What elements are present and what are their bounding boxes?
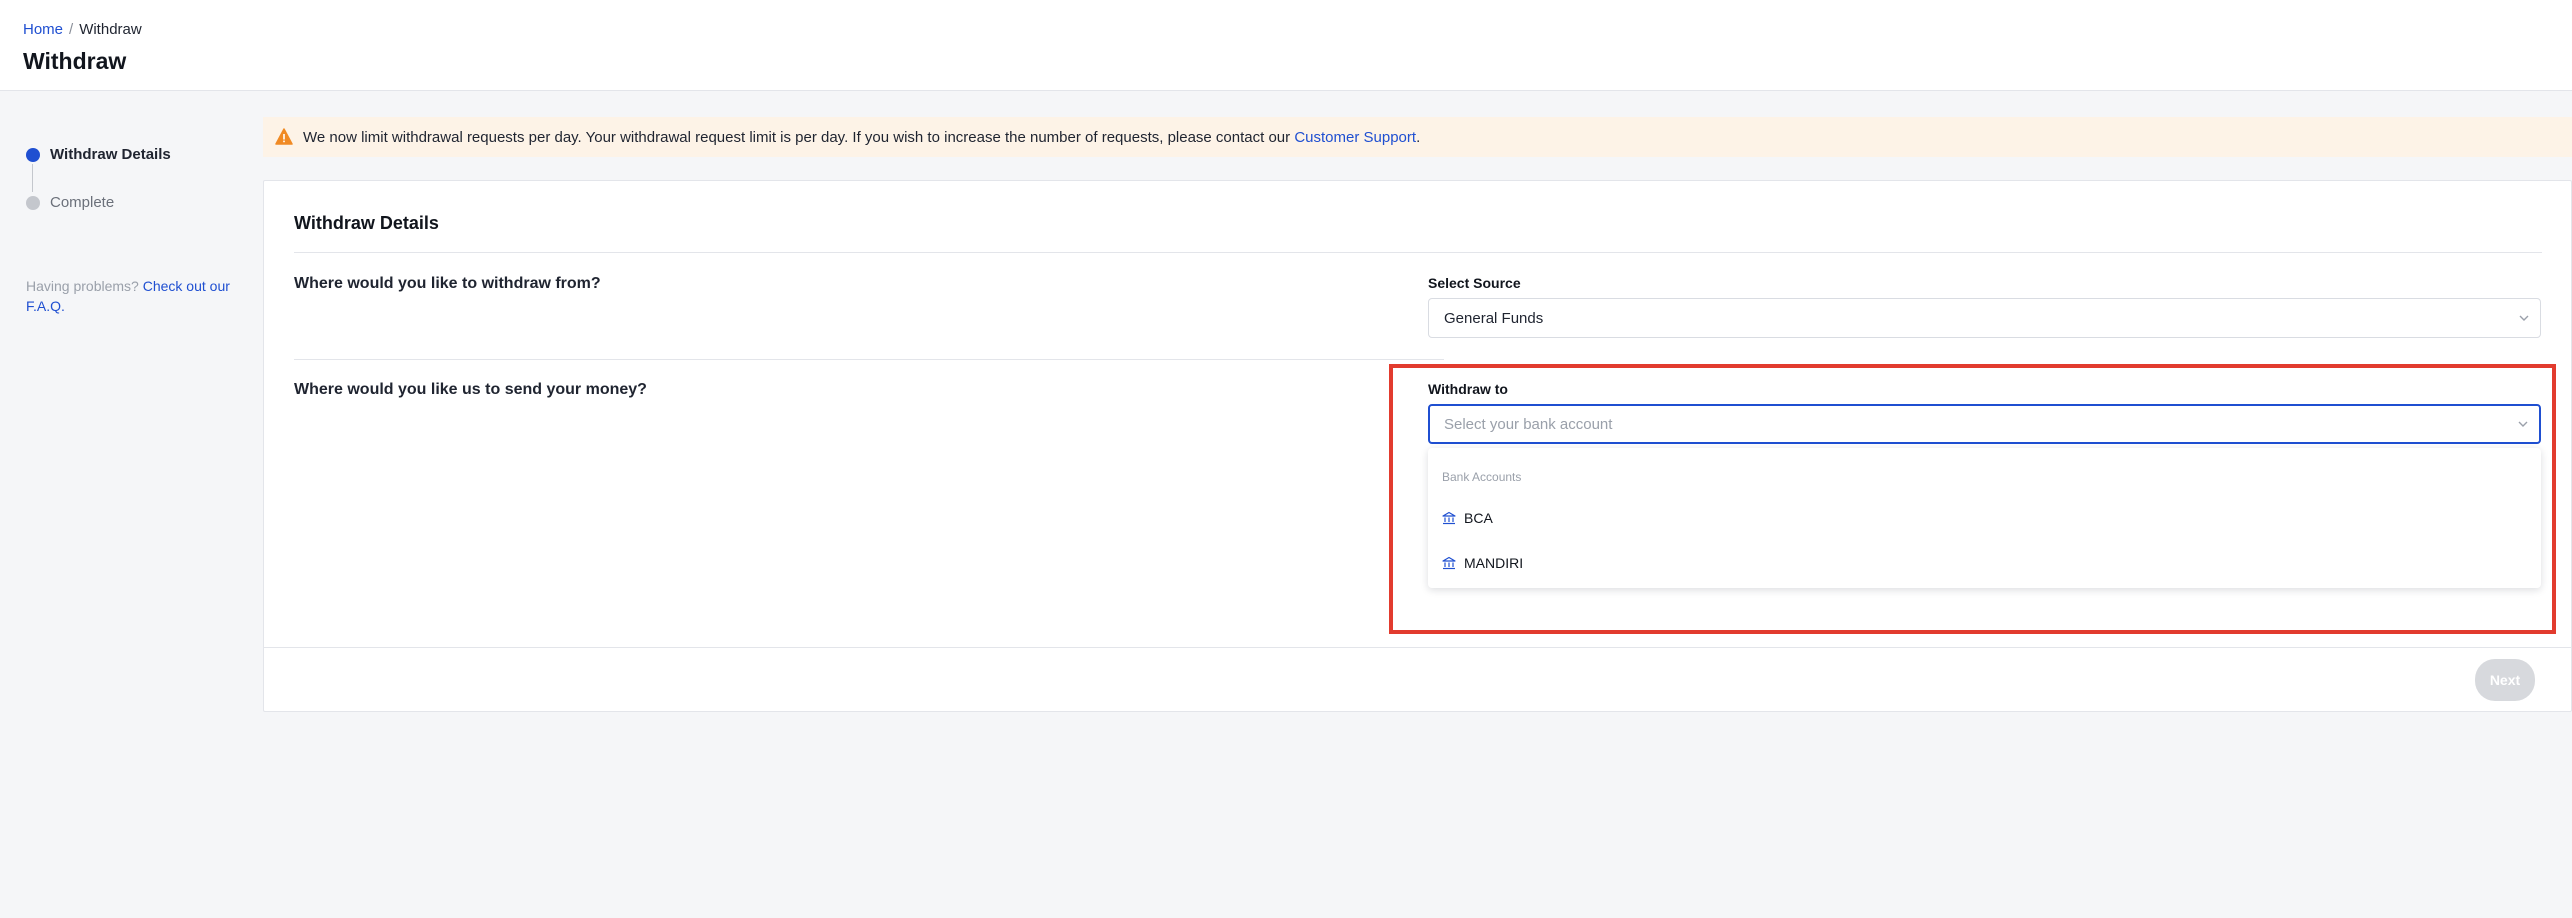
bank-account-select[interactable]: Select your bank account — [1428, 404, 2541, 444]
dropdown-option-bca[interactable]: BCA — [1428, 498, 2541, 538]
next-button[interactable]: Next — [2475, 659, 2535, 701]
banner-trail: . — [1416, 128, 1421, 146]
bank-account-dropdown: Bank Accounts BCA MANDIRI — [1428, 448, 2541, 588]
chevron-down-icon — [2518, 421, 2528, 427]
title-divider — [294, 252, 2542, 253]
step-dot-active — [26, 148, 40, 162]
breadcrumb: Home / Withdraw — [23, 21, 142, 39]
source-select-value: General Funds — [1444, 309, 1544, 327]
page-header: Home / Withdraw Withdraw — [0, 0, 2572, 91]
help-prompt: Having problems? — [26, 278, 139, 294]
source-question: Where would you like to withdraw from? — [294, 275, 601, 292]
step-label: Complete — [50, 194, 115, 211]
step-label: Withdraw Details — [50, 146, 171, 163]
step-dot-inactive — [26, 196, 40, 210]
withdraw-details-card: Withdraw Details Where would you like to… — [263, 180, 2572, 712]
banner-text: We now limit withdrawal requests per day… — [303, 128, 1291, 146]
dropdown-group-label: Bank Accounts — [1442, 470, 1522, 484]
breadcrumb-home-link[interactable]: Home — [23, 21, 63, 38]
dropdown-option-label: MANDIRI — [1464, 555, 1524, 571]
card-title: Withdraw Details — [294, 213, 439, 233]
source-select[interactable]: General Funds — [1428, 298, 2541, 338]
step-connector-line — [32, 164, 33, 192]
warning-icon — [275, 128, 293, 146]
section-divider — [294, 359, 1444, 360]
page-title: Withdraw — [23, 48, 127, 74]
bank-icon — [1442, 556, 1456, 570]
dropdown-option-mandiri[interactable]: MANDIRI — [1428, 543, 2541, 583]
dropdown-option-label: BCA — [1464, 510, 1493, 526]
footer-divider — [264, 647, 2571, 648]
bank-icon — [1442, 511, 1456, 525]
withdraw-limit-banner: We now limit withdrawal requests per day… — [263, 117, 2572, 157]
breadcrumb-separator: / — [69, 21, 74, 38]
bank-account-placeholder: Select your bank account — [1444, 415, 1613, 433]
customer-support-link[interactable]: Customer Support — [1294, 129, 1416, 146]
withdraw-to-label: Withdraw to — [1428, 381, 1508, 397]
destination-question: Where would you like us to send your mon… — [294, 381, 647, 398]
help-text: Having problems? Check out our F.A.Q. — [26, 276, 241, 316]
chevron-down-icon — [2519, 315, 2529, 321]
source-label: Select Source — [1428, 275, 1521, 291]
breadcrumb-current: Withdraw — [79, 21, 142, 38]
